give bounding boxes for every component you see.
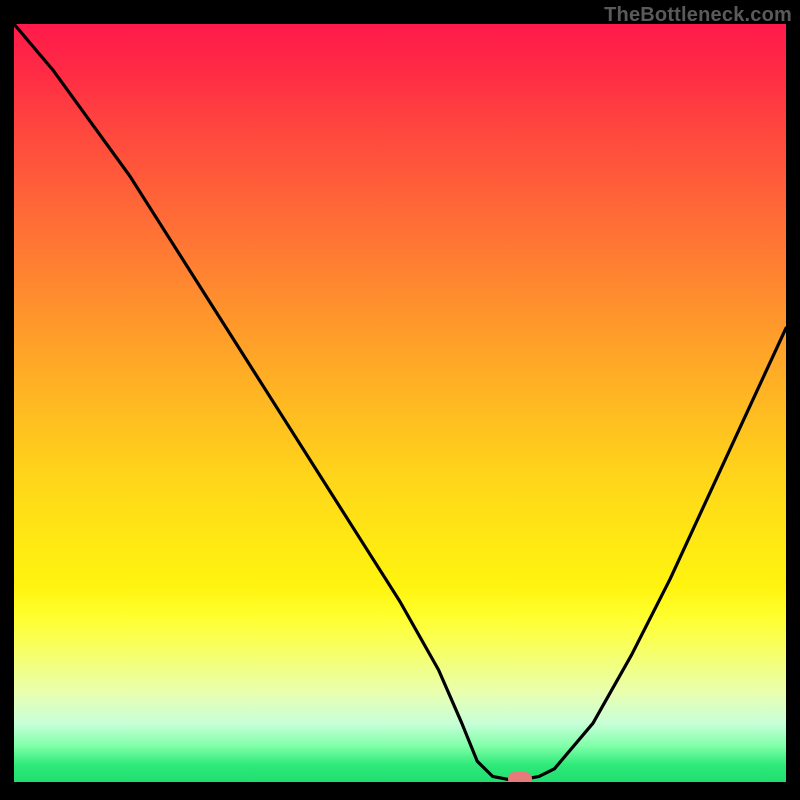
- plot-inner: [14, 24, 786, 784]
- plot-area: [14, 24, 786, 784]
- bottleneck-curve: [14, 24, 786, 784]
- x-axis-baseline: [14, 782, 786, 784]
- chart-frame: TheBottleneck.com: [0, 0, 800, 800]
